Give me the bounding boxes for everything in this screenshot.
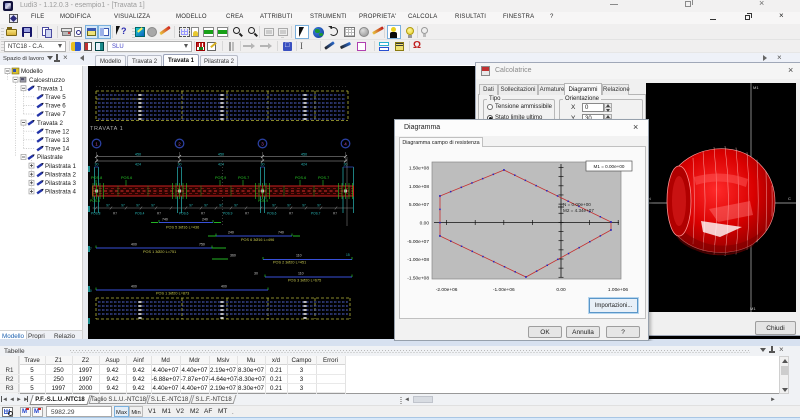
svg-text:POS 2 3Ø20 L=451: POS 2 3Ø20 L=451 <box>273 261 306 265</box>
svg-text:R7: R7 <box>289 212 293 216</box>
svg-text:30: 30 <box>95 163 99 167</box>
svg-text:97: 97 <box>219 204 223 208</box>
svg-text:N = 0.00e+00: N = 0.00e+00 <box>563 202 591 207</box>
svg-text:M1 = 0.00e+00: M1 = 0.00e+00 <box>594 164 625 169</box>
svg-text:R7: R7 <box>157 212 161 216</box>
svg-text:30: 30 <box>178 163 182 167</box>
svg-text:POS.8: POS.8 <box>91 212 101 216</box>
svg-text:424: 424 <box>301 163 307 167</box>
svg-text:-2.00e+06: -2.00e+06 <box>436 287 458 293</box>
svg-text:450: 450 <box>218 153 224 157</box>
svg-text:97: 97 <box>106 204 110 208</box>
svg-text:POS.6: POS.6 <box>267 212 277 216</box>
svg-text:240: 240 <box>228 231 234 235</box>
svg-text:POS.8: POS.8 <box>91 176 102 180</box>
svg-text:R7: R7 <box>245 212 249 216</box>
svg-text:-1.00e+06: -1.00e+06 <box>493 287 515 293</box>
svg-text:97: 97 <box>317 204 321 208</box>
svg-text:Travata 2: Travata 2 <box>37 120 63 127</box>
svg-text:-1.00e+08: -1.00e+08 <box>407 257 429 263</box>
svg-text:POS 5 3Ø16 L=436: POS 5 3Ø16 L=436 <box>166 226 199 230</box>
svg-text:POS 6 3Ø16 L=496: POS 6 3Ø16 L=496 <box>241 238 274 242</box>
svg-text:POS.6: POS.6 <box>121 176 132 180</box>
svg-text:5.00e+07: 5.00e+07 <box>409 202 429 208</box>
svg-text:30: 30 <box>261 163 265 167</box>
svg-text:1: 1 <box>95 142 98 147</box>
svg-text:Modello: Modello <box>21 68 43 75</box>
svg-text:POS.7: POS.7 <box>238 176 249 180</box>
svg-text:TRAVATA 1: TRAVATA 1 <box>90 126 123 132</box>
svg-text:R7: R7 <box>333 212 337 216</box>
svg-text:-5.00e+07: -5.00e+07 <box>407 239 429 245</box>
svg-text:POS.4: POS.4 <box>135 212 145 216</box>
svg-text:POS.9: POS.9 <box>223 212 233 216</box>
svg-text:M1: M1 <box>750 306 756 311</box>
svg-text:750: 750 <box>199 243 205 247</box>
svg-text:1.00e+06: 1.00e+06 <box>608 287 628 293</box>
svg-text:97: 97 <box>189 204 193 208</box>
svg-text:Pilastrata 3: Pilastrata 3 <box>45 180 77 187</box>
svg-text:POS.7: POS.7 <box>318 176 329 180</box>
svg-text:1.50e+08: 1.50e+08 <box>409 166 429 172</box>
svg-text:400: 400 <box>221 285 227 289</box>
svg-text:POS.9: POS.9 <box>258 199 268 203</box>
svg-text:POS 3 3Ø20 L=675: POS 3 3Ø20 L=675 <box>288 279 321 283</box>
svg-text:424: 424 <box>135 163 141 167</box>
svg-text:POS 1 3Ø20 L=751: POS 1 3Ø20 L=751 <box>143 250 176 254</box>
svg-text:Pilastrate: Pilastrate <box>37 154 63 161</box>
svg-text:240: 240 <box>202 218 208 222</box>
svg-text:POS.6: POS.6 <box>179 212 189 216</box>
svg-text:Pilastrata 1: Pilastrata 1 <box>45 163 77 170</box>
svg-text:Trave 13: Trave 13 <box>45 137 70 144</box>
svg-text:97: 97 <box>302 204 306 208</box>
svg-text:0.00: 0.00 <box>420 221 430 227</box>
svg-text:POS 1 3Ø20 L=873: POS 1 3Ø20 L=873 <box>156 292 189 296</box>
svg-text:Trave 7: Trave 7 <box>45 111 66 118</box>
svg-text:Trave 6: Trave 6 <box>45 103 66 110</box>
svg-text:4: 4 <box>344 142 347 147</box>
svg-text:Pilastrata 4: Pilastrata 4 <box>45 189 77 196</box>
svg-text:Calcestruzzo: Calcestruzzo <box>29 77 65 84</box>
svg-text:97: 97 <box>287 204 291 208</box>
svg-text:POS.5: POS.5 <box>90 199 100 203</box>
svg-text:R7: R7 <box>113 212 117 216</box>
svg-text:740: 740 <box>278 231 284 235</box>
svg-text:2: 2 <box>178 142 181 147</box>
svg-text:450: 450 <box>301 153 307 157</box>
svg-text:Trave 14: Trave 14 <box>45 146 70 153</box>
svg-text:400: 400 <box>131 243 137 247</box>
svg-text:400: 400 <box>131 285 137 289</box>
svg-text:C: C <box>788 196 791 201</box>
svg-text:30: 30 <box>254 272 258 276</box>
svg-text:M1: M1 <box>753 85 759 90</box>
svg-text:97: 97 <box>272 204 276 208</box>
svg-text:740: 740 <box>162 218 168 222</box>
svg-text:POS.9: POS.9 <box>215 176 226 180</box>
svg-text:1.00e+08: 1.00e+08 <box>409 184 429 190</box>
svg-text:97: 97 <box>151 204 155 208</box>
svg-text:97: 97 <box>234 204 238 208</box>
svg-text:POS.6: POS.6 <box>295 176 306 180</box>
svg-text:Trave 5: Trave 5 <box>45 94 66 101</box>
svg-text:97: 97 <box>204 204 208 208</box>
svg-text:-1.50e+08: -1.50e+08 <box>407 275 429 281</box>
svg-text:424: 424 <box>218 163 224 167</box>
svg-text:110: 110 <box>298 272 304 276</box>
svg-text:110: 110 <box>296 254 302 258</box>
svg-text:450: 450 <box>135 153 141 157</box>
svg-text:Pilastrata 2: Pilastrata 2 <box>45 171 77 178</box>
svg-text:15: 15 <box>346 253 350 257</box>
svg-text:3: 3 <box>261 142 264 147</box>
svg-text:0.00: 0.00 <box>556 287 566 293</box>
svg-text:POS.7: POS.7 <box>311 212 321 216</box>
svg-text:97: 97 <box>121 204 125 208</box>
svg-text:97: 97 <box>136 204 140 208</box>
svg-text:360: 360 <box>230 254 236 258</box>
svg-text:M2 = 4.34e+07: M2 = 4.34e+07 <box>563 208 594 213</box>
svg-text:R7: R7 <box>201 212 205 216</box>
svg-text:Travata 1: Travata 1 <box>37 85 63 92</box>
svg-text:Trave 12: Trave 12 <box>45 128 70 135</box>
